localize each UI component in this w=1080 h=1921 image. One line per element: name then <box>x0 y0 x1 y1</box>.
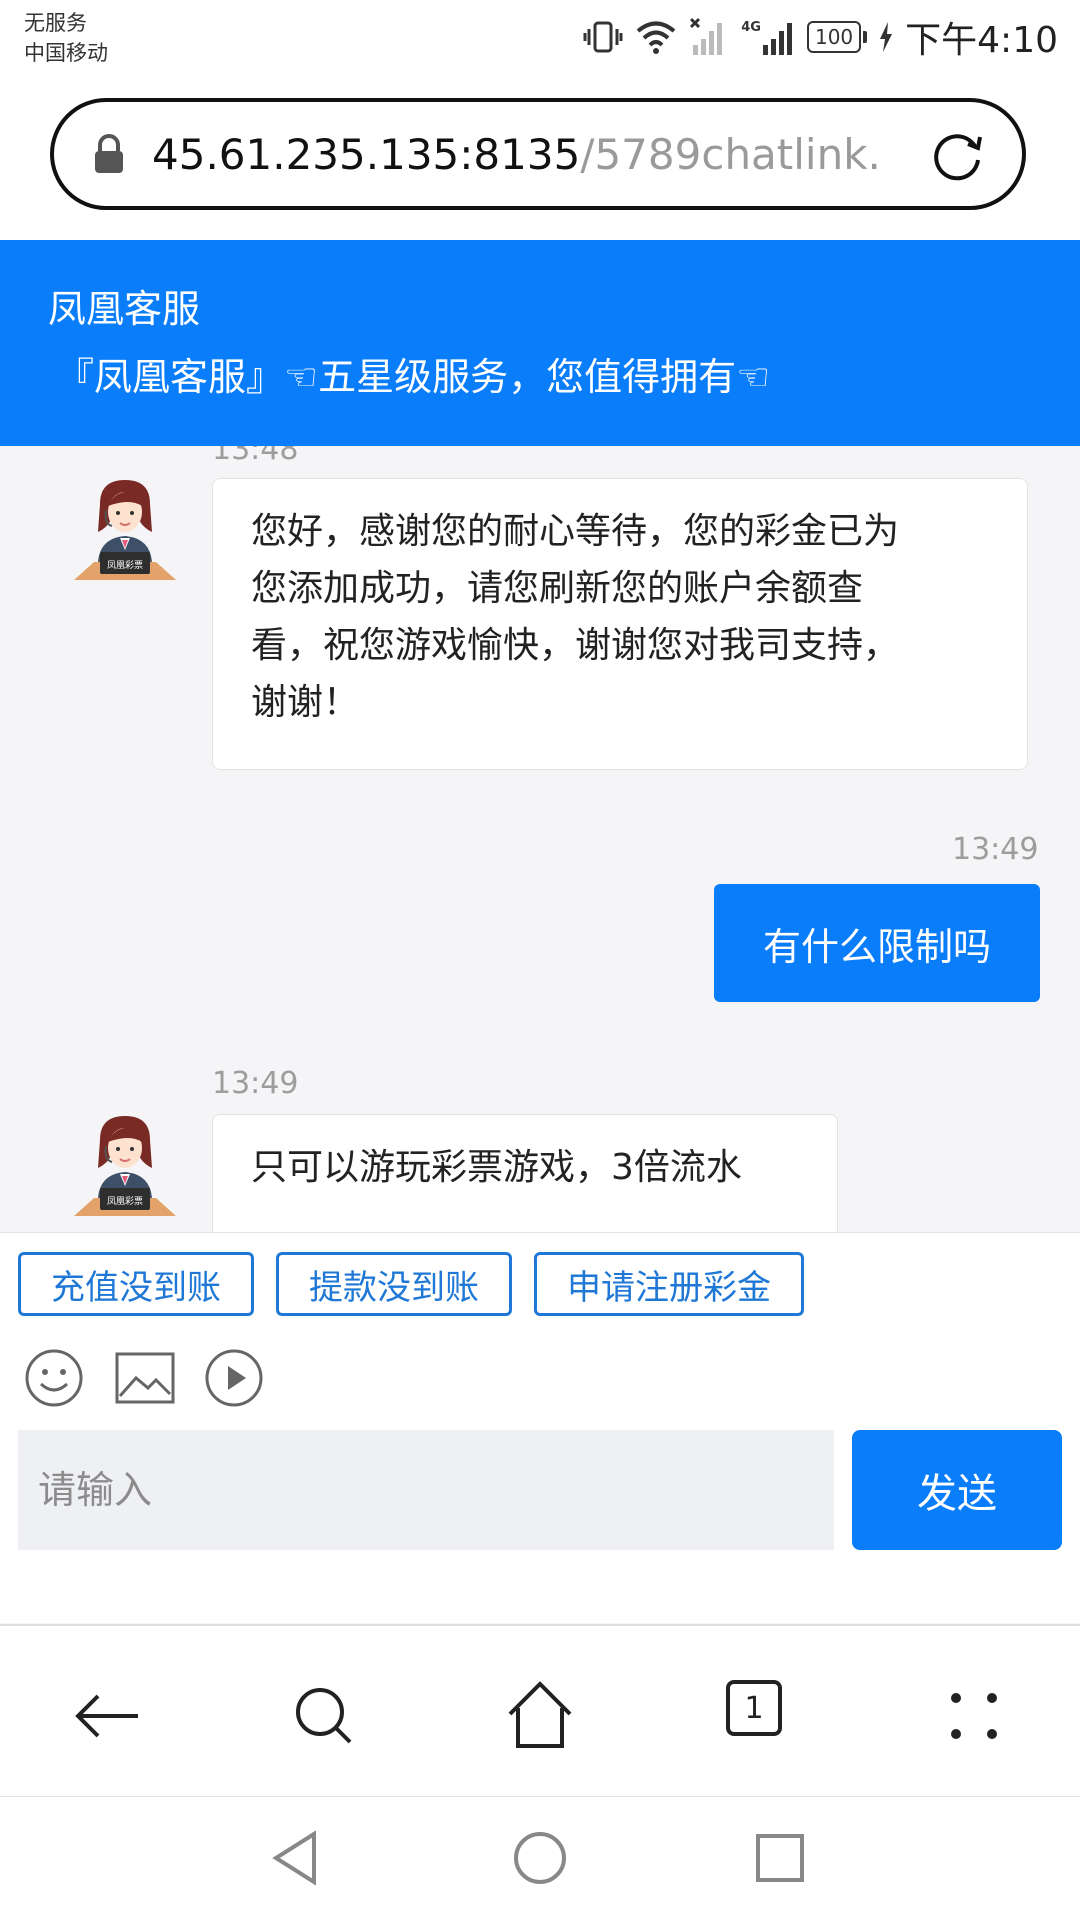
chat-header <box>0 240 1080 446</box>
message-timestamp: 13:49 <box>212 1066 299 1101</box>
wifi-icon <box>636 21 676 54</box>
carrier-service-status: 无服务 <box>24 11 87 35</box>
agent-message-bubble: 您好，感谢您的耐心等待，您的彩金已为 您添加成功，请您刷新您的账户余额查 看，祝… <box>212 478 1028 770</box>
signal-icon <box>762 23 792 55</box>
video-icon[interactable] <box>204 1348 264 1408</box>
search-icon[interactable] <box>284 1676 364 1756</box>
quick-reply-withdraw[interactable]: 提款没到账 <box>276 1252 512 1316</box>
message-input[interactable] <box>18 1430 834 1550</box>
system-back-icon[interactable] <box>266 1828 326 1888</box>
vibrate-icon <box>583 21 623 53</box>
agent-avatar: 凤凰彩票 <box>74 1116 176 1216</box>
carrier-info: 无服务 中国移动 <box>24 8 108 68</box>
message-timestamp: 13:49 <box>952 832 1039 867</box>
message-line: 看，祝您游戏愉快，谢谢您对我司支持， <box>251 625 900 666</box>
battery-indicator: 100 <box>806 21 868 53</box>
battery-level: 100 <box>806 21 862 53</box>
chat-subtitle: 『凤凰客服』☜五星级服务，您值得拥有☜ <box>56 355 771 399</box>
reload-icon[interactable] <box>928 126 986 184</box>
agent-avatar: 凤凰彩票 <box>74 480 176 580</box>
charging-icon <box>880 22 893 52</box>
status-indicators: 4G 100 下午4:10 <box>583 12 1058 62</box>
system-home-icon[interactable] <box>510 1828 570 1888</box>
carrier-name: 中国移动 <box>24 41 108 65</box>
network-type-label: 4G <box>741 20 761 35</box>
message-line: 您添加成功，请您刷新您的账户余额查 <box>251 568 864 609</box>
quick-reply-deposit[interactable]: 充值没到账 <box>18 1252 254 1316</box>
lock-icon <box>95 134 123 173</box>
chat-messages[interactable]: 13:48 凤凰彩票 您好，感谢您的耐心等待，您的彩金已为 您添加成功，请您刷新… <box>0 446 1080 1232</box>
avatar-caption: 凤凰彩票 <box>107 560 143 571</box>
message-timestamp: 13:48 <box>212 446 299 467</box>
quick-reply-bonus[interactable]: 申请注册彩金 <box>534 1252 804 1316</box>
url-host: 45.61.235.135:8135 <box>152 129 581 179</box>
message-line: 您好，感谢您的耐心等待，您的彩金已为 <box>251 511 900 552</box>
system-recents-icon[interactable] <box>750 1828 810 1888</box>
emoji-icon[interactable] <box>24 1348 84 1408</box>
avatar-caption: 凤凰彩票 <box>107 1196 143 1207</box>
user-message-bubble: 有什么限制吗 <box>714 884 1040 1002</box>
agent-message-bubble: 只可以游玩彩票游戏，3倍流水 <box>212 1114 838 1232</box>
battery-tip <box>863 31 868 43</box>
image-icon[interactable] <box>114 1348 176 1408</box>
address-bar[interactable]: 45.61.235.135:8135/5789chatlink. <box>50 98 1026 210</box>
send-button[interactable]: 发送 <box>852 1430 1062 1550</box>
back-arrow-icon[interactable] <box>68 1676 148 1756</box>
clock: 下午4:10 <box>905 20 1058 61</box>
home-icon[interactable] <box>500 1676 580 1756</box>
no-signal-icon <box>690 17 723 55</box>
url-path: /5789chatlink. <box>580 129 881 179</box>
signal-4g: 4G <box>741 17 795 57</box>
chat-title: 凤凰客服 <box>48 287 201 331</box>
menu-dots-icon[interactable] <box>934 1676 1014 1756</box>
url-text[interactable]: 45.61.235.135:8135/5789chatlink. <box>152 130 884 179</box>
message-line: 谢谢！ <box>251 682 360 723</box>
tabs-button[interactable]: 1 <box>726 1680 782 1736</box>
